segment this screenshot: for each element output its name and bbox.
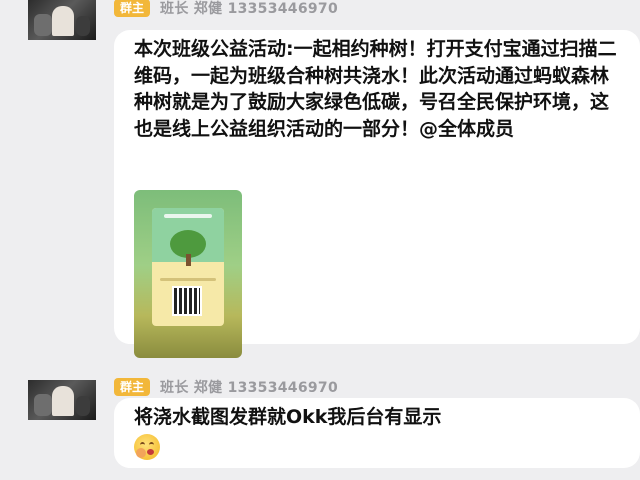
message-header: 群主 班长 郑健 13353446970: [114, 0, 338, 18]
owner-badge: 群主: [114, 0, 151, 17]
tree-planting-qr-image[interactable]: [134, 190, 242, 358]
message-text: 本次班级公益活动:一起相约种树！打开支付宝通过扫描二维码，一起为班级合种树共浇水…: [134, 38, 617, 140]
sender-avatar[interactable]: [28, 380, 96, 420]
covering-mouth-emoji-icon: [134, 434, 160, 460]
qr-code-icon: [172, 286, 202, 316]
owner-badge: 群主: [114, 378, 151, 396]
sender-name[interactable]: 班长 郑健 13353446970: [160, 0, 338, 18]
message-header: 群主 班长 郑健 13353446970: [114, 377, 338, 397]
message-bubble[interactable]: 将浇水截图发群就Okk我后台有显示: [114, 398, 640, 468]
sender-avatar[interactable]: [28, 0, 96, 40]
message-text: 将浇水截图发群就Okk我后台有显示: [134, 406, 442, 428]
message-bubble[interactable]: 本次班级公益活动:一起相约种树！打开支付宝通过扫描二维码，一起为班级合种树共浇水…: [114, 30, 640, 358]
sender-name[interactable]: 班长 郑健 13353446970: [160, 377, 338, 397]
